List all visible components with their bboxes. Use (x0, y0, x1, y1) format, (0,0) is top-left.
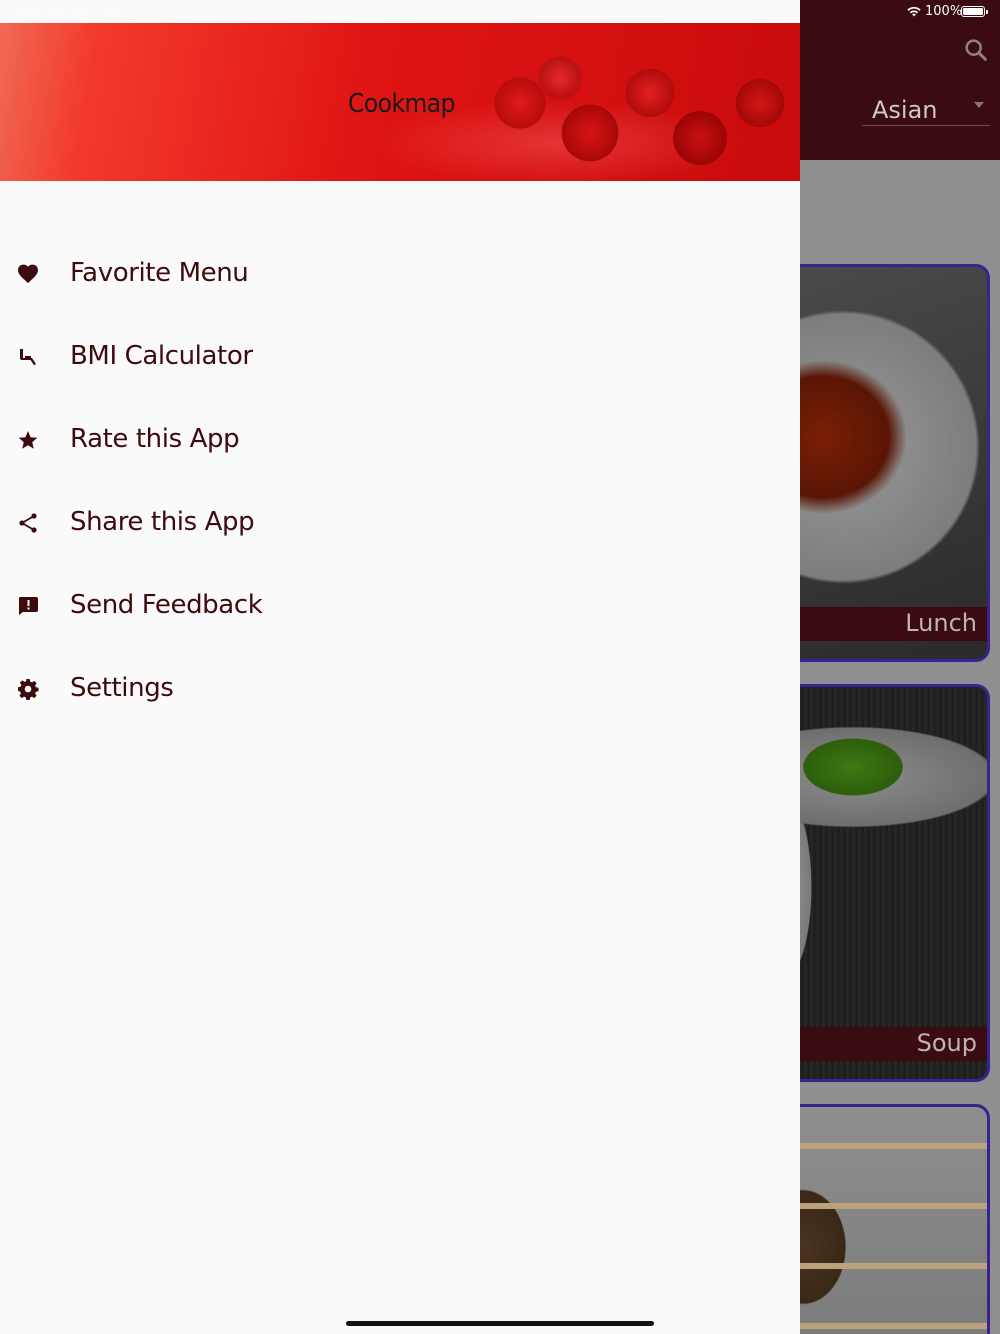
card-caption: Soup (916, 1029, 977, 1057)
menu-item-label: Send Feedback (70, 590, 263, 620)
seat-icon (16, 345, 40, 369)
drawer-title: Cookmap (348, 89, 455, 119)
drawer-menu: Favorite Menu BMI Calculator Rate this A… (0, 232, 800, 730)
share-icon (16, 511, 40, 535)
category-selected-value: Asian (872, 96, 938, 124)
battery-percentage: 100% (925, 4, 963, 19)
search-button[interactable] (962, 36, 990, 64)
feedback-icon (16, 594, 40, 618)
menu-item-favorite-menu[interactable]: Favorite Menu (0, 232, 800, 315)
menu-item-label: Share this App (70, 507, 255, 537)
card-photo (783, 687, 987, 1079)
menu-item-send-feedback[interactable]: Send Feedback (0, 564, 800, 647)
drawer-header: Cookmap (0, 23, 800, 181)
category-card[interactable] (780, 1104, 990, 1334)
navigation-drawer: Cookmap Favorite Menu BMI Calculator Rat… (0, 0, 800, 1334)
menu-item-label: Rate this App (70, 424, 240, 454)
menu-item-rate-app[interactable]: Rate this App (0, 398, 800, 481)
category-card-lunch[interactable]: Lunch (780, 264, 990, 662)
home-indicator[interactable] (346, 1321, 654, 1326)
card-caption: Lunch (905, 609, 977, 637)
menu-item-label: Settings (70, 673, 174, 703)
card-photo (783, 1107, 987, 1334)
search-icon (965, 39, 987, 61)
gear-icon (16, 677, 40, 701)
menu-item-bmi-calculator[interactable]: BMI Calculator (0, 315, 800, 398)
menu-item-settings[interactable]: Settings (0, 647, 800, 730)
status-time: 4:35 PM Thu Jun 11 (14, 4, 131, 18)
card-caption-bar: Soup (783, 1027, 987, 1061)
star-icon (16, 428, 40, 452)
menu-item-label: Favorite Menu (70, 258, 249, 288)
wifi-icon (907, 6, 921, 17)
menu-item-label: BMI Calculator (70, 341, 253, 371)
battery-icon (961, 6, 988, 17)
card-photo (783, 267, 987, 659)
category-dropdown[interactable]: Asian (862, 94, 990, 126)
card-caption-bar: Lunch (783, 607, 987, 641)
status-bar: 4:35 PM Thu Jun 11 100% (0, 0, 1000, 23)
heart-icon (16, 262, 40, 286)
category-card-soup[interactable]: Soup (780, 684, 990, 1082)
chevron-down-icon (974, 102, 984, 108)
menu-item-share-app[interactable]: Share this App (0, 481, 800, 564)
